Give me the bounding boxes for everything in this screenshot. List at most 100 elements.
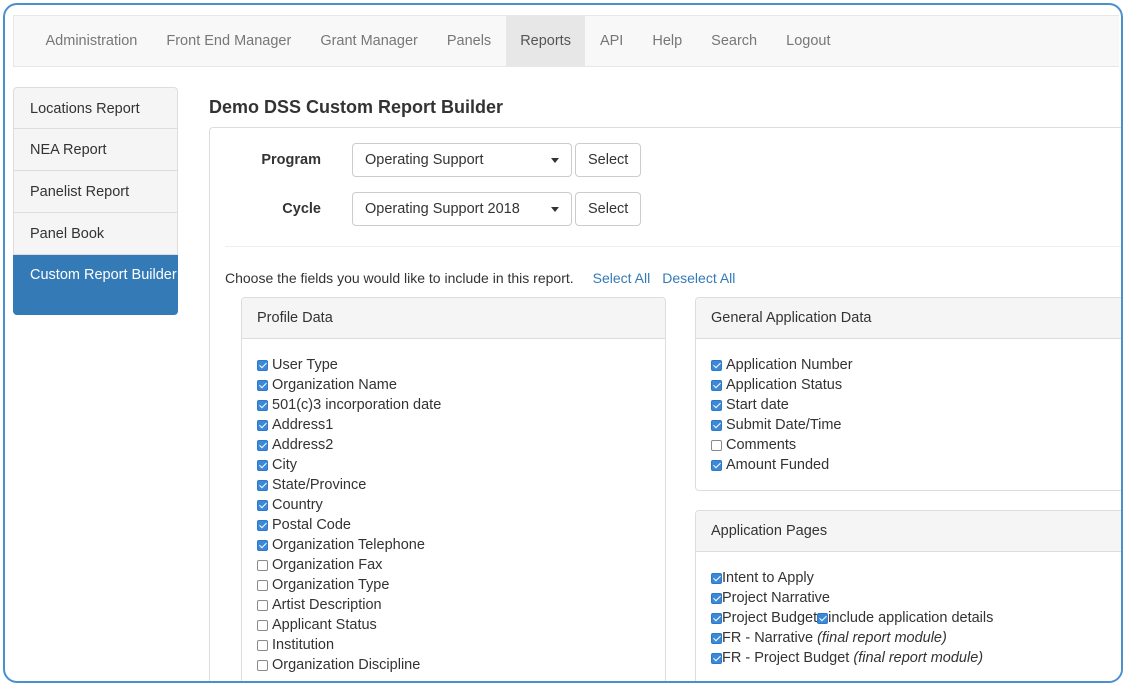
- checkbox-fr-narrative[interactable]: [711, 632, 722, 644]
- nav-api[interactable]: API: [585, 16, 637, 66]
- field-label-project-budget: Project Budget: [722, 610, 818, 626]
- field-note: (final report module): [817, 630, 947, 646]
- field-label-state-province: State/Province: [272, 477, 367, 493]
- checkbox-postal-code[interactable]: [257, 519, 268, 531]
- report-builder-form: Program Operating Support Select Cycle O…: [209, 127, 1121, 681]
- field-label-start-date: Start date: [726, 397, 789, 413]
- general-application-data-panel: General Application Data Application Num…: [695, 297, 1121, 491]
- field-row-organization-discipline: Organization Discipline: [257, 655, 650, 675]
- checkbox-intent-to-apply[interactable]: [711, 572, 722, 584]
- cycle-select[interactable]: Operating Support 2018: [352, 192, 572, 226]
- checkbox-organization-discipline[interactable]: [257, 659, 268, 671]
- application-pages-panel: Application Pages Intent to Apply Project…: [695, 510, 1121, 681]
- field-label-organization-fax: Organization Fax: [272, 557, 383, 573]
- field-label-501-c-3-incorporation-date: 501(c)3 incorporation date: [272, 397, 442, 413]
- nav-administration[interactable]: Administration: [31, 16, 152, 66]
- checkbox-country[interactable]: [257, 499, 268, 511]
- field-row-organization-type: Organization Type: [257, 575, 650, 595]
- field-row-application-number: Application Number: [711, 355, 1120, 375]
- checkbox-501-c-3-incorporation-date[interactable]: [257, 399, 268, 411]
- field-row-application-status: Application Status: [711, 375, 1120, 395]
- general-application-data-heading: General Application Data: [696, 298, 1121, 339]
- checkbox-application-number[interactable]: [711, 359, 722, 371]
- field-row-amount-funded: Amount Funded: [711, 455, 1120, 475]
- app-window: Administration Front End Manager Grant Man…: [3, 3, 1123, 683]
- field-label-artist-description: Artist Description: [272, 597, 382, 613]
- sidebar-item-nea-report[interactable]: NEA Report: [13, 129, 178, 171]
- checkbox-application-status[interactable]: [711, 379, 722, 391]
- checkbox-project-budget[interactable]: [711, 612, 722, 624]
- program-select[interactable]: Operating Support: [352, 143, 572, 177]
- select-all-link[interactable]: Select All: [593, 270, 651, 286]
- field-label-address2: Address2: [272, 437, 334, 453]
- checkbox-institution[interactable]: [257, 639, 268, 651]
- field-row-user-type: User Type: [257, 355, 650, 375]
- field-row-fr-project-budget: FR - Project Budget (final report module…: [711, 648, 1120, 668]
- field-row-start-date: Start date: [711, 395, 1120, 415]
- field-row-postal-code: Postal Code: [257, 515, 650, 535]
- cycle-row: Cycle Operating Support 2018 Select: [210, 192, 642, 226]
- field-label-project-narrative: Project Narrative: [722, 590, 830, 606]
- checkbox-amount-funded[interactable]: [711, 459, 722, 471]
- field-row-address2: Address2: [257, 435, 650, 455]
- cycle-select-button[interactable]: Select: [575, 192, 642, 226]
- field-row-organization-telephone: Organization Telephone: [257, 535, 650, 555]
- field-row-intent-to-apply: Intent to Apply: [711, 568, 1120, 588]
- application-pages-heading: Application Pages: [696, 511, 1121, 552]
- cycle-label: Cycle: [282, 201, 321, 217]
- sidebar-item-locations-report[interactable]: Locations Report: [13, 87, 178, 129]
- field-label-application-number: Application Number: [726, 357, 853, 373]
- caret-down-icon: [551, 157, 559, 163]
- field-label-organization-telephone: Organization Telephone: [272, 537, 425, 553]
- nav-front-end-manager[interactable]: Front End Manager: [152, 16, 306, 66]
- checkbox-state-province[interactable]: [257, 479, 268, 491]
- deselect-all-link[interactable]: Deselect All: [662, 270, 735, 286]
- program-row: Program Operating Support Select: [210, 143, 642, 177]
- nav-help[interactable]: Help: [638, 16, 697, 66]
- field-label-user-type: User Type: [272, 357, 338, 373]
- checkbox-address2[interactable]: [257, 439, 268, 451]
- field-label-organization-discipline: Organization Discipline: [272, 657, 421, 673]
- nav-logout[interactable]: Logout: [772, 16, 845, 66]
- field-row-submit-date-time: Submit Date/Time: [711, 415, 1120, 435]
- checkbox-organization-telephone[interactable]: [257, 539, 268, 551]
- field-row-state-province: State/Province: [257, 475, 650, 495]
- nav-grant-manager[interactable]: Grant Manager: [306, 16, 433, 66]
- field-label-country: Country: [272, 497, 323, 513]
- field-row-artist-description: Artist Description: [257, 595, 650, 615]
- field-note: (final report module): [853, 650, 984, 666]
- checkbox-organization-fax[interactable]: [257, 559, 268, 571]
- checkbox-submit-date-time[interactable]: [711, 419, 722, 431]
- field-row-organization-fax: Organization Fax: [257, 555, 650, 575]
- caret-down-icon: [551, 206, 559, 212]
- field-row-institution: Institution: [257, 635, 650, 655]
- checkbox-include-application-details[interactable]: [817, 612, 829, 624]
- checkbox-address1[interactable]: [257, 419, 268, 431]
- checkbox-applicant-status[interactable]: [257, 619, 268, 631]
- sidebar-item-custom-report-builder[interactable]: Custom Report Builder: [13, 255, 178, 315]
- checkbox-artist-description[interactable]: [257, 599, 268, 611]
- field-label-amount-funded: Amount Funded: [726, 457, 830, 473]
- sidebar-item-panelist-report[interactable]: Panelist Report: [13, 171, 178, 213]
- sidebar-item-panel-book[interactable]: Panel Book: [13, 213, 178, 255]
- field-label-fr-project-budget: FR - Project Budget: [722, 650, 850, 666]
- field-label-address1: Address1: [272, 417, 334, 433]
- checkbox-project-narrative[interactable]: [711, 592, 722, 604]
- field-label-application-status: Application Status: [726, 377, 843, 393]
- checkbox-fr-project-budget[interactable]: [711, 652, 722, 664]
- nav-panels[interactable]: Panels: [432, 16, 505, 66]
- program-select-button[interactable]: Select: [575, 143, 642, 177]
- nav-reports[interactable]: Reports: [505, 16, 586, 66]
- checkbox-comments[interactable]: [711, 439, 722, 451]
- nav-search[interactable]: Search: [697, 16, 772, 66]
- field-label-applicant-status: Applicant Status: [272, 617, 377, 633]
- field-label-submit-date-time: Submit Date/Time: [726, 417, 842, 433]
- sidebar: Locations Report NEA Report Panelist Repor…: [13, 87, 178, 315]
- field-row-applicant-status: Applicant Status: [257, 615, 650, 635]
- choose-fields-text: Choose the fields you would like to incl…: [225, 270, 574, 286]
- checkbox-start-date[interactable]: [711, 399, 722, 411]
- checkbox-city[interactable]: [257, 459, 268, 471]
- checkbox-user-type[interactable]: [257, 359, 268, 371]
- checkbox-organization-type[interactable]: [257, 579, 268, 591]
- checkbox-organization-name[interactable]: [257, 379, 268, 391]
